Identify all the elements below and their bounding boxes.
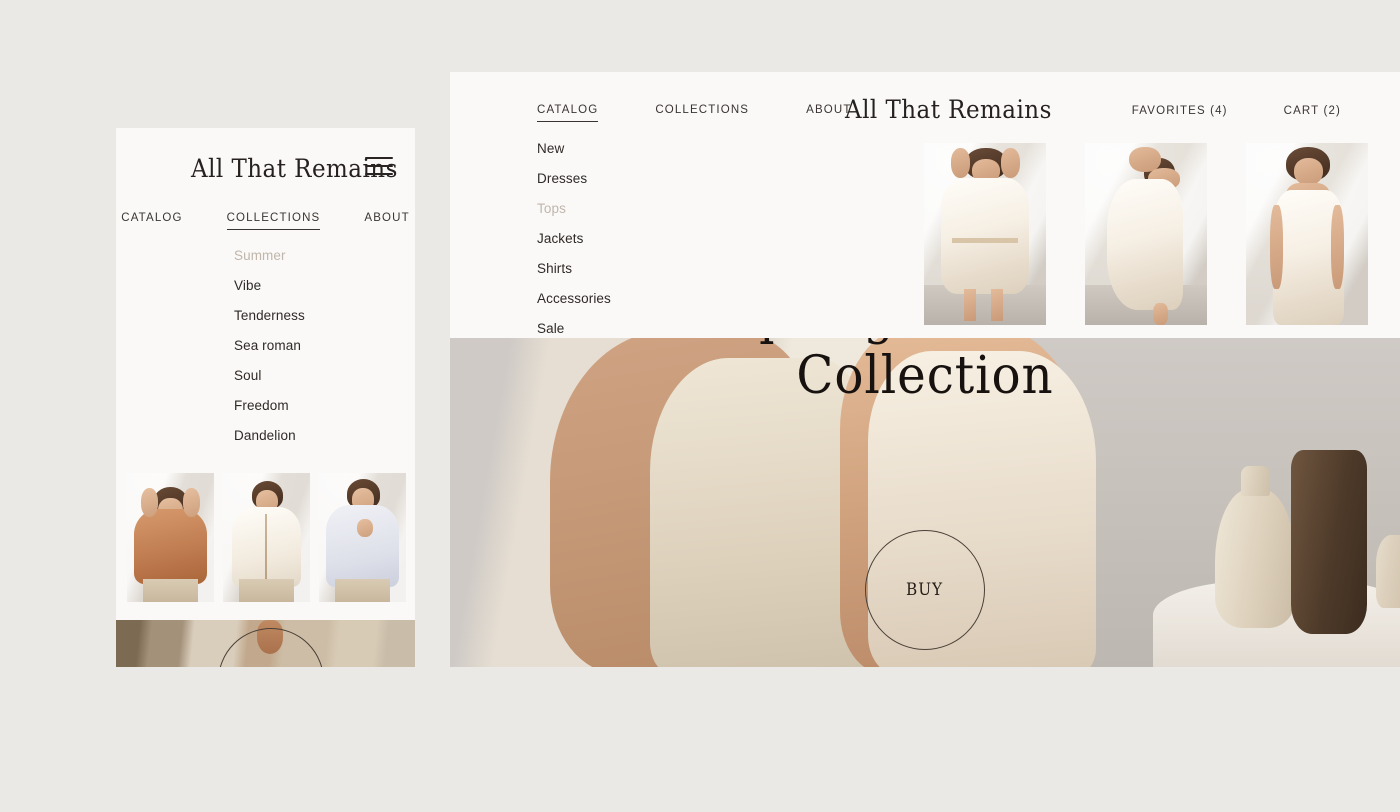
mobile-thumbnail-strip <box>127 473 406 602</box>
page-canvas: All That Remains CATALOG COLLECTIONS ABO… <box>0 0 1400 812</box>
mobile-hero-image[interactable] <box>116 620 415 667</box>
dropdown-item-dresses[interactable]: Dresses <box>537 171 611 186</box>
mobile-product-thumbnail[interactable] <box>319 473 406 602</box>
product-thumbnail[interactable] <box>1085 143 1207 325</box>
mobile-dropdown-item-vibe[interactable]: Vibe <box>234 278 305 293</box>
mobile-product-thumbnail[interactable] <box>223 473 310 602</box>
mobile-product-thumbnail[interactable] <box>127 473 214 602</box>
dropdown-item-accessories[interactable]: Accessories <box>537 291 611 306</box>
dropdown-item-tops[interactable]: Tops <box>537 201 611 216</box>
dropdown-item-shirts[interactable]: Shirts <box>537 261 611 276</box>
mobile-dropdown-item-tenderness[interactable]: Tenderness <box>234 308 305 323</box>
catalog-dropdown: New Dresses Tops Jackets Shirts Accessor… <box>537 141 611 336</box>
mobile-collections-dropdown: Summer Vibe Tenderness Sea roman Soul Fr… <box>234 248 305 443</box>
mobile-dropdown-item-freedom[interactable]: Freedom <box>234 398 305 413</box>
dropdown-thumbnail-strip <box>924 143 1368 325</box>
mobile-dropdown-item-soul[interactable]: Soul <box>234 368 305 383</box>
mobile-dropdown-item-summer[interactable]: Summer <box>234 248 305 263</box>
desktop-mockup: Spring Summer Collection BUY CATALOG COL… <box>450 72 1400 667</box>
favorites-link[interactable]: FAVORITES (4) <box>1132 105 1228 117</box>
desktop-nav: CATALOG COLLECTIONS ABOUT <box>537 104 852 122</box>
cart-link[interactable]: CART (2) <box>1284 105 1341 117</box>
dropdown-item-new[interactable]: New <box>537 141 611 156</box>
mobile-nav: CATALOG COLLECTIONS ABOUT <box>116 212 415 230</box>
mobile-buy-button[interactable] <box>217 628 324 667</box>
utility-nav: FAVORITES (4) CART (2) <box>1132 105 1341 117</box>
dropdown-item-sale[interactable]: Sale <box>537 321 611 336</box>
mobile-nav-item-catalog[interactable]: CATALOG <box>121 212 182 224</box>
hamburger-line <box>365 165 393 167</box>
mobile-dropdown-item-sea-roman[interactable]: Sea roman <box>234 338 305 353</box>
dropdown-item-jackets[interactable]: Jackets <box>537 231 611 246</box>
mobile-header: All That Remains <box>116 128 415 206</box>
site-logo[interactable]: All That Remains <box>845 95 1052 124</box>
buy-button[interactable]: BUY <box>865 530 985 650</box>
hamburger-line <box>365 173 393 175</box>
product-thumbnail[interactable] <box>1246 143 1368 325</box>
nav-item-collections[interactable]: COLLECTIONS <box>655 104 749 116</box>
buy-button-label: BUY <box>906 580 944 600</box>
nav-item-catalog[interactable]: CATALOG <box>537 104 599 122</box>
desktop-hero: Spring Summer Collection BUY <box>450 338 1400 667</box>
mobile-mockup: All That Remains CATALOG COLLECTIONS ABO… <box>116 128 415 667</box>
mobile-nav-item-about[interactable]: ABOUT <box>364 212 409 224</box>
desktop-nav-panel: CATALOG COLLECTIONS ABOUT All That Remai… <box>450 72 1400 338</box>
product-thumbnail[interactable] <box>924 143 1046 325</box>
mobile-nav-item-collections[interactable]: COLLECTIONS <box>226 212 321 230</box>
hamburger-icon[interactable] <box>365 157 393 175</box>
hamburger-line <box>365 157 393 159</box>
mobile-dropdown-item-dandelion[interactable]: Dandelion <box>234 428 305 443</box>
